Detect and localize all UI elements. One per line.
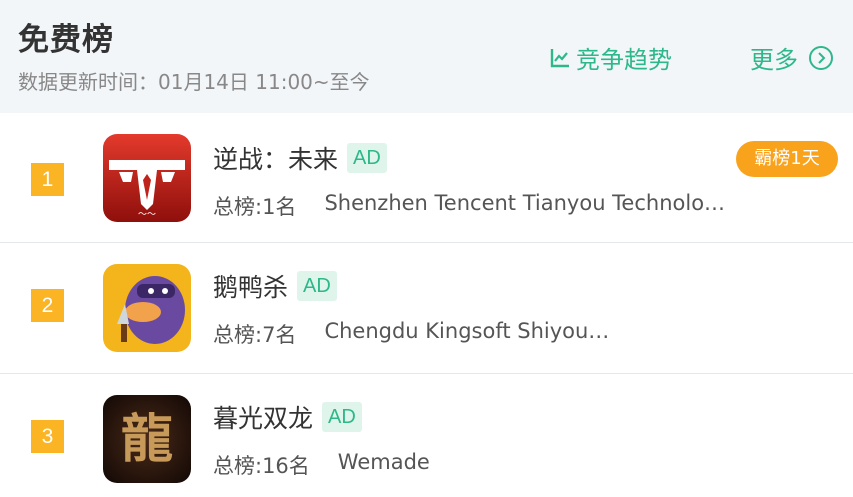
list-item[interactable]: 1 ～～ 逆战：未来 AD 总榜:1名 Shenzhen Tencent Tia… xyxy=(0,113,853,243)
ad-tag: AD xyxy=(347,143,387,173)
overall-rank: 总榜:16名 xyxy=(213,454,310,478)
app-icon-goose-duck xyxy=(103,264,191,352)
overall-rank: 总榜:1名 xyxy=(213,195,297,219)
page-title: 免费榜 xyxy=(18,22,114,58)
rank-badge: 3 xyxy=(31,420,64,453)
developer-name: Chengdu Kingsoft Shiyou… xyxy=(324,319,610,343)
app-icon-twilight-dragons: 龍 xyxy=(103,395,191,483)
app-meta: 总榜:7名 Chengdu Kingsoft Shiyou… xyxy=(213,319,609,349)
trend-label: 竞争趋势 xyxy=(576,46,672,74)
more-label: 更多 xyxy=(750,46,798,74)
app-name[interactable]: 暮光双龙 AD xyxy=(213,399,362,435)
app-icon-nizhan: ～～ xyxy=(103,134,191,222)
ad-tag: AD xyxy=(322,402,362,432)
developer-name: Shenzhen Tencent Tianyou Technolo… xyxy=(324,191,726,215)
header: 免费榜 数据更新时间：01月14日 11:00~至今 竞争趋势 更多 xyxy=(0,0,853,113)
rank-badge: 1 xyxy=(31,163,64,196)
app-name[interactable]: 逆战：未来 AD xyxy=(213,140,387,176)
ad-tag: AD xyxy=(297,271,337,301)
rank-badge: 2 xyxy=(31,289,64,322)
chevron-right-circle-icon xyxy=(809,45,833,70)
developer-name: Wemade xyxy=(337,450,430,474)
more-link[interactable]: 更多 xyxy=(750,40,834,75)
svg-text:～～: ～～ xyxy=(138,210,156,220)
app-meta: 总榜:16名 Wemade xyxy=(213,450,430,480)
trend-link[interactable]: 竞争趋势 xyxy=(548,40,672,75)
svg-text:龍: 龍 xyxy=(121,409,173,470)
update-time: 数据更新时间：01月14日 11:00~至今 xyxy=(18,70,370,94)
app-meta: 总榜:1名 Shenzhen Tencent Tianyou Technolo… xyxy=(213,191,725,221)
list-item[interactable]: 3 龍 暮光双龙 AD 总榜:16名 Wemade xyxy=(0,375,853,497)
line-chart-icon xyxy=(550,48,569,67)
overall-rank: 总榜:7名 xyxy=(213,323,297,347)
list-item[interactable]: 2 鹅鸭杀 AD 总榜:7名 Chengdu Kingsoft Shiyou… xyxy=(0,244,853,374)
app-name[interactable]: 鹅鸭杀 AD xyxy=(213,268,337,304)
streak-badge: 霸榜1天 xyxy=(736,141,838,177)
